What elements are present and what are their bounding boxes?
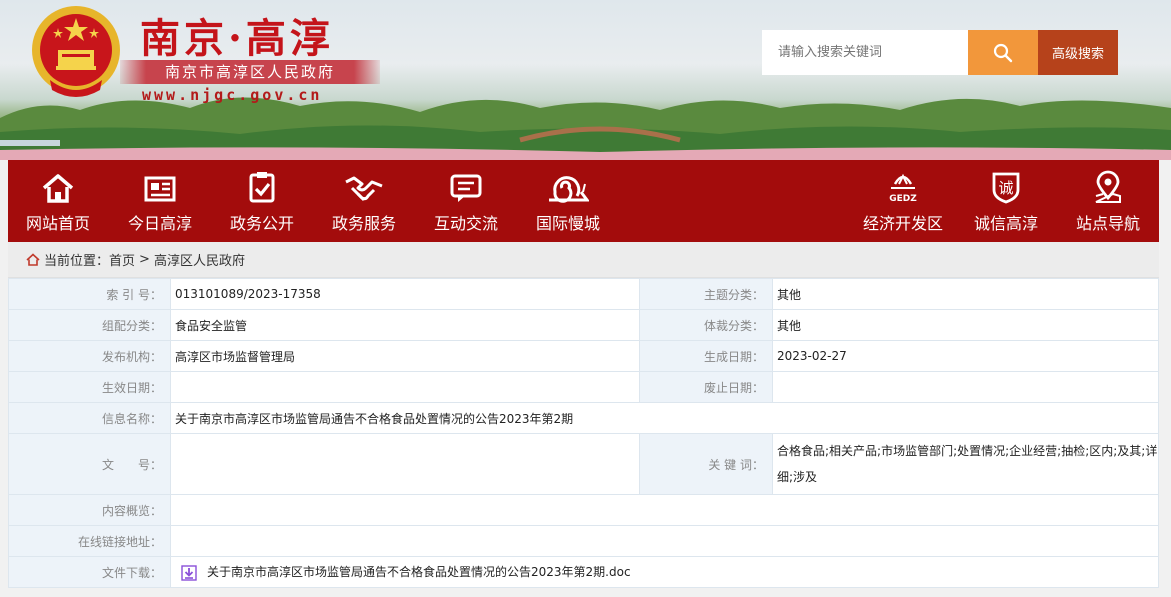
publisher-value: 高淳区市场监督管理局 — [170, 340, 640, 372]
download-file-link[interactable]: 关于南京市高淳区市场监管局通告不合格食品处置情况的公告2023年第2期.doc — [207, 565, 631, 579]
index-value: 013101089/2023-17358 — [170, 278, 640, 310]
download-icon[interactable] — [181, 565, 197, 581]
table-row: 信息名称： 关于南京市高淳区市场监管局通告不合格食品处置情况的公告2023年第2… — [8, 402, 1159, 434]
gedz-logo-text: GEDZ — [889, 194, 917, 204]
nav-item-label: 经济开发区 — [862, 214, 943, 233]
category-value: 食品安全监管 — [170, 309, 640, 341]
online-link-label: 在线链接地址： — [8, 525, 171, 557]
download-label: 文件下载： — [8, 556, 171, 588]
nav-item-interaction[interactable]: 互动交流 — [426, 160, 506, 242]
gedz-logo-icon: GEDZ — [889, 173, 917, 204]
nav-item-site-nav[interactable]: 站点导航 — [1066, 160, 1150, 242]
site-subtitle: 南京市高淳区人民政府 — [120, 60, 380, 84]
breadcrumb-current-link[interactable]: 高淳区人民政府 — [154, 250, 245, 269]
publisher-label: 发布机构： — [8, 340, 171, 372]
nav-item-label: 站点导航 — [1075, 214, 1140, 233]
breadcrumb-prefix: 当前位置： — [44, 254, 110, 269]
national-emblem-logo — [32, 6, 120, 97]
table-row: 索 引 号： 013101089/2023-17358 主题分类： 其他 — [8, 278, 1159, 310]
breadcrumb: 当前位置： 首页 > 高淳区人民政府 — [8, 242, 1159, 278]
summary-value — [170, 494, 1159, 526]
info-name-value: 关于南京市高淳区市场监管局通告不合格食品处置情况的公告2023年第2期 — [170, 402, 1159, 434]
expiry-date-label: 废止日期： — [639, 371, 773, 403]
table-row: 内容概览： — [8, 494, 1159, 526]
summary-label: 内容概览： — [8, 494, 171, 526]
home-small-icon — [26, 253, 40, 266]
nav-item-label: 互动交流 — [433, 214, 498, 233]
newspaper-icon — [144, 176, 176, 202]
table-row: 组配分类： 食品安全监管 体裁分类： 其他 — [8, 309, 1159, 341]
nav-item-dev-zone[interactable]: GEDZ 经济开发区 — [858, 160, 948, 242]
table-row: 生效日期： 废止日期： — [8, 371, 1159, 403]
nav-item-label: 今日高淳 — [127, 214, 192, 233]
online-link-value — [170, 525, 1159, 557]
table-row: 文 号： 关 键 词： 合格食品;相关产品;市场监管部门;处置情况;企业经营;抽… — [8, 433, 1159, 495]
created-date-value: 2023-02-27 — [772, 340, 1159, 372]
nav-item-label: 网站首页 — [25, 214, 90, 233]
search-icon — [993, 43, 1013, 62]
index-label: 索 引 号： — [8, 278, 171, 310]
effective-date-value — [170, 371, 640, 403]
main-nav: 网站首页 今日高淳 政务公开 政务服务 互动交流 国际慢城 GEDZ 经济开发区… — [8, 160, 1159, 242]
effective-date-label: 生效日期： — [8, 371, 171, 403]
doc-number-label: 文 号： — [8, 433, 171, 495]
nav-item-label: 政务公开 — [229, 214, 294, 233]
topic-value: 其他 — [772, 278, 1159, 310]
table-row: 在线链接地址： — [8, 525, 1159, 557]
genre-value: 其他 — [772, 309, 1159, 341]
document-info-table: 索 引 号： 013101089/2023-17358 主题分类： 其他 组配分… — [8, 278, 1159, 588]
breadcrumb-separator: > — [139, 252, 150, 267]
nav-item-label: 政务服务 — [331, 214, 396, 233]
nav-item-home[interactable]: 网站首页 — [18, 160, 98, 242]
created-date-label: 生成日期： — [639, 340, 773, 372]
integrity-badge-icon: 诚 — [992, 172, 1020, 204]
checklist-icon — [249, 172, 275, 203]
doc-number-value — [170, 433, 640, 495]
table-row: 文件下载： 关于南京市高淳区市场监管局通告不合格食品处置情况的公告2023年第2… — [8, 556, 1159, 588]
info-name-label: 信息名称： — [8, 402, 171, 434]
download-cell: 关于南京市高淳区市场监管局通告不合格食品处置情况的公告2023年第2期.doc — [170, 556, 1159, 588]
search-input[interactable] — [762, 30, 968, 75]
nav-item-label: 诚信高淳 — [973, 214, 1038, 233]
table-row: 发布机构： 高淳区市场监督管理局 生成日期： 2023-02-27 — [8, 340, 1159, 372]
category-label: 组配分类： — [8, 309, 171, 341]
nav-item-slow-city[interactable]: 国际慢城 — [528, 160, 608, 242]
handshake-icon — [345, 176, 383, 202]
site-header: 南京·高淳 南京市高淳区人民政府 www.njgc.gov.cn 高级搜索 — [0, 0, 1171, 160]
nav-item-gov-affairs[interactable]: 政务公开 — [222, 160, 302, 242]
expiry-date-value — [772, 371, 1159, 403]
site-title: 南京·高淳 — [140, 15, 334, 62]
nav-item-today[interactable]: 今日高淳 — [120, 160, 200, 242]
topic-label: 主题分类： — [639, 278, 773, 310]
advanced-search-button[interactable]: 高级搜索 — [1038, 30, 1118, 75]
search-button[interactable] — [968, 30, 1038, 75]
chat-icon — [450, 174, 482, 202]
integrity-badge-text: 诚 — [998, 179, 1013, 197]
snail-icon — [549, 176, 589, 203]
keywords-value: 合格食品;相关产品;市场监管部门;处置情况;企业经营;抽检;区内;及其;详细;涉… — [772, 433, 1159, 495]
genre-label: 体裁分类： — [639, 309, 773, 341]
site-url: www.njgc.gov.cn — [142, 86, 323, 104]
breadcrumb-home-link[interactable]: 首页 — [109, 250, 135, 269]
home-icon — [42, 174, 74, 203]
location-pin-icon — [1095, 170, 1121, 203]
nav-item-label: 国际慢城 — [535, 214, 600, 233]
nav-item-integrity[interactable]: 诚 诚信高淳 — [964, 160, 1048, 242]
nav-item-gov-services[interactable]: 政务服务 — [324, 160, 404, 242]
keywords-label: 关 键 词： — [639, 433, 773, 495]
